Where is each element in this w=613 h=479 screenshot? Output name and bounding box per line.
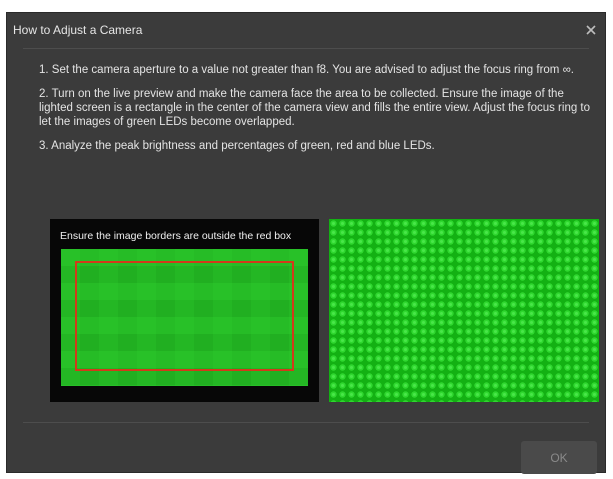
step-1-text: 1. Set the camera aperture to a value no…: [39, 64, 574, 76]
title-divider: [23, 48, 589, 49]
step-3-text: 3. Analyze the peak brightness and perce…: [39, 140, 435, 152]
camera-view-guide-image: Ensure the image borders are outside the…: [50, 219, 319, 402]
close-icon[interactable]: [583, 22, 599, 38]
dialog-titlebar: How to Adjust a Camera: [7, 13, 605, 47]
footer-divider: [23, 422, 589, 423]
guide-caption: Ensure the image borders are outside the…: [60, 230, 292, 242]
step-2-text: 2. Turn on the live preview and make the…: [39, 88, 591, 128]
led-screen-camera-view: [61, 249, 308, 386]
live-preview-image: [329, 219, 599, 402]
instructions: 1. Set the camera aperture to a value no…: [39, 63, 599, 163]
dialog-title: How to Adjust a Camera: [13, 23, 143, 37]
adjust-camera-dialog: How to Adjust a Camera 1. Set the camera…: [6, 12, 606, 474]
ok-button[interactable]: OK: [521, 441, 597, 474]
